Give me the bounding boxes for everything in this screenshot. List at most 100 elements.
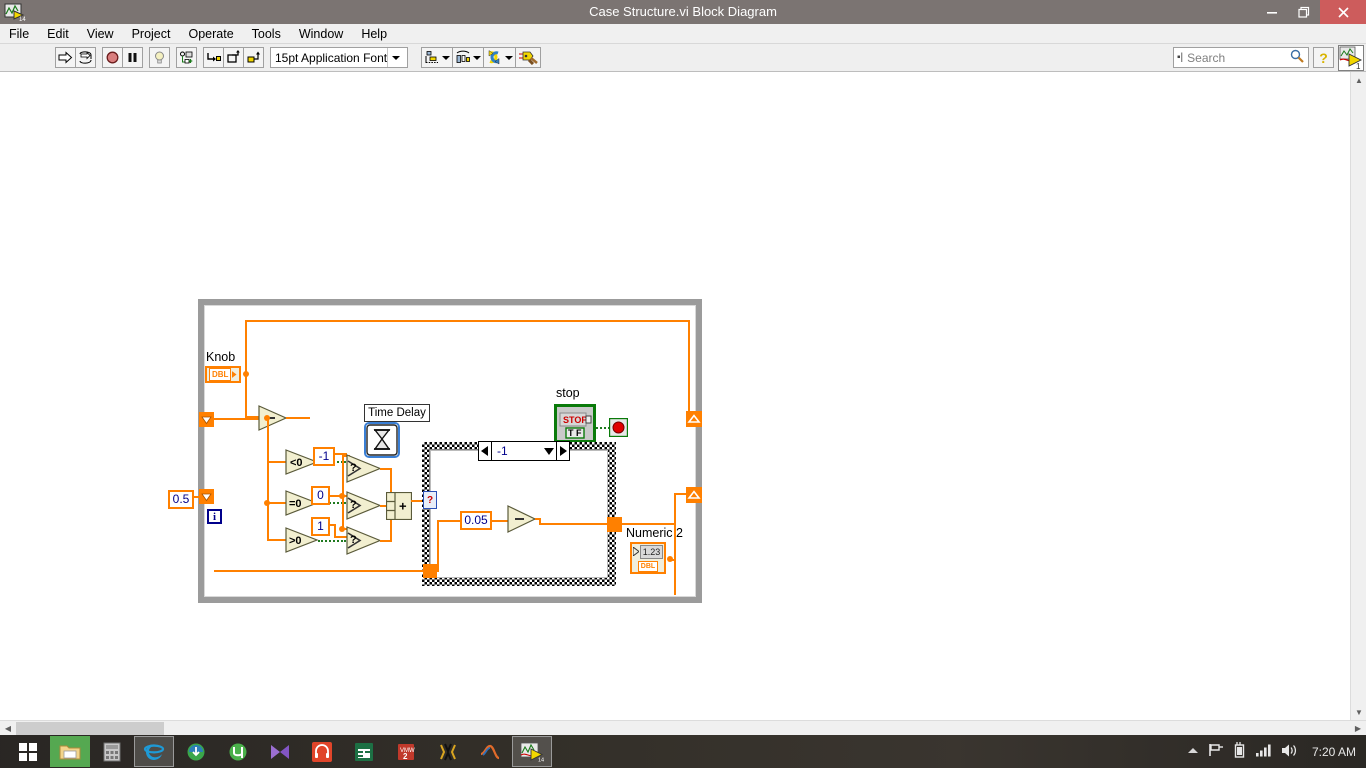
wire-subtract-case-to-tunnel[interactable] [539,523,609,525]
vertical-scrollbar[interactable]: ▲ ▼ [1350,72,1366,720]
reorder-icon[interactable] [483,47,517,68]
wire-to-equal[interactable] [267,502,286,504]
menu-view[interactable]: View [78,24,123,44]
horizontal-scrollbar[interactable]: ◀ ▶ [0,720,1366,736]
close-button[interactable] [1320,0,1366,24]
volume-icon[interactable] [1281,743,1298,761]
chevron-up-icon[interactable] [1187,745,1199,759]
subtract-node-case[interactable] [507,505,537,533]
subtract-node-main[interactable] [258,405,288,431]
left-arrow-icon[interactable] [479,442,492,460]
constant-1[interactable]: 1 [311,517,330,536]
wire-subtract-out[interactable] [286,417,310,419]
wire-case-inner-to-const[interactable] [437,520,461,522]
constant-0-05[interactable]: 0.05 [460,511,492,530]
wire-half-to-shift-register[interactable] [194,496,200,498]
context-help-icon[interactable]: 1 [1338,44,1364,71]
wire-shiftreg-bottom-to-case[interactable] [214,570,424,572]
wire-bool-stop-to-condition[interactable] [596,427,610,429]
menu-edit[interactable]: Edit [38,24,78,44]
wire-case-tunnel-to-numeric2[interactable] [620,523,676,525]
shift-register-left-top[interactable] [199,412,214,427]
constant-neg-1[interactable]: -1 [313,447,335,466]
wire-top-rail-down-to-shift-reg[interactable] [688,320,690,414]
taskbar-kmplayer[interactable] [260,736,300,767]
wire-to-lessthan[interactable] [267,461,286,463]
menu-help[interactable]: Help [352,24,396,44]
iteration-terminal[interactable]: i [207,509,222,524]
chevron-down-icon[interactable] [542,442,556,460]
shift-register-left-bottom[interactable] [199,489,214,504]
font-selector[interactable]: 15pt Application Font [270,47,409,68]
taskbar-audio[interactable] [302,736,342,767]
wire-down-to-greaterthan[interactable] [267,496,269,540]
wire-top-rail[interactable] [245,320,690,322]
step-into-icon[interactable] [203,47,224,68]
pause-icon[interactable] [122,47,143,68]
scroll-up-arrow[interactable]: ▲ [1351,72,1366,88]
menu-file[interactable]: File [0,24,38,44]
select-node-middle[interactable]: ? [346,491,382,520]
minimize-button[interactable] [1256,0,1288,24]
step-out-icon[interactable] [243,47,264,68]
step-over-icon[interactable] [223,47,244,68]
windows-start-icon[interactable] [8,736,48,767]
wire-numeric2-up-to-shiftreg[interactable] [674,493,676,559]
wire-knob-down[interactable] [245,372,247,418]
question-mark-icon[interactable]: ? [1313,47,1334,68]
numeric-2-indicator[interactable]: 1.23 DBL [630,542,666,574]
chevron-down-icon[interactable] [387,48,403,67]
scroll-left-arrow[interactable]: ◀ [0,721,16,736]
run-continuously-icon[interactable] [75,47,96,68]
battery-icon[interactable] [1233,742,1247,761]
taskbar-clock[interactable]: 7:20 AM [1312,745,1356,759]
wire-select-top-down[interactable] [390,468,392,495]
wire-subtract-out-vertical[interactable] [267,418,269,496]
time-delay-subvi[interactable] [364,422,400,458]
taskbar-excel[interactable] [344,736,384,767]
case-tunnel-left[interactable] [423,564,437,578]
horizontal-scroll-thumb[interactable] [16,722,164,735]
wire-bool-greaterthan-to-select[interactable] [318,540,346,542]
scroll-down-arrow[interactable]: ▼ [1351,704,1366,720]
taskbar-internet-explorer[interactable] [134,736,174,767]
network-signal-icon[interactable] [1255,743,1272,760]
search-input[interactable]: ▪| Search [1173,47,1309,68]
taskbar-labview[interactable]: 14 [512,736,552,767]
abort-execution-icon[interactable] [102,47,123,68]
clean-up-diagram-icon[interactable] [515,47,542,68]
wire-numeric2-to-shiftreg[interactable] [668,559,676,561]
wire-case-inner-vertical[interactable] [437,520,439,572]
wire-knob-up[interactable] [245,320,247,374]
wire-to-greaterthan[interactable] [267,539,286,541]
stop-control-terminal[interactable]: STOP T F [554,404,596,443]
knob-control-terminal[interactable]: DBL [205,366,241,383]
maximize-restore-button[interactable] [1288,0,1320,24]
taskbar-utorrent[interactable] [218,736,258,767]
stop-if-true-terminal[interactable] [608,417,629,438]
wire-shiftreg-to-subtract-bottom[interactable] [214,418,260,420]
case-selector-bar[interactable]: -1 [478,441,570,461]
highlight-execution-lightbulb-icon[interactable] [149,47,170,68]
menu-tools[interactable]: Tools [243,24,290,44]
taskbar-calculator[interactable] [92,736,132,767]
wire-zero-vertical[interactable] [342,455,344,529]
taskbar-file-explorer[interactable] [50,736,90,767]
shift-register-right-bottom[interactable] [686,487,702,503]
run-arrow-icon[interactable] [55,47,76,68]
taskbar-idm[interactable] [176,736,216,767]
taskbar-matlab[interactable] [470,736,510,767]
menu-project[interactable]: Project [123,24,180,44]
constant-0[interactable]: 0 [311,486,330,505]
align-objects-icon[interactable] [421,47,454,68]
select-node-bottom[interactable]: ? [346,526,382,555]
scroll-right-arrow[interactable]: ▶ [1350,721,1366,736]
menu-window[interactable]: Window [290,24,352,44]
wire-to-right-shiftreg-bottom[interactable] [674,493,688,495]
right-arrow-icon[interactable] [556,442,569,460]
taskbar-proteus[interactable] [428,736,468,767]
compound-arithmetic-node[interactable]: + [385,491,413,521]
case-selector-terminal[interactable]: ? [423,491,437,509]
retain-wire-values-icon[interactable] [176,47,197,68]
menu-operate[interactable]: Operate [179,24,242,44]
